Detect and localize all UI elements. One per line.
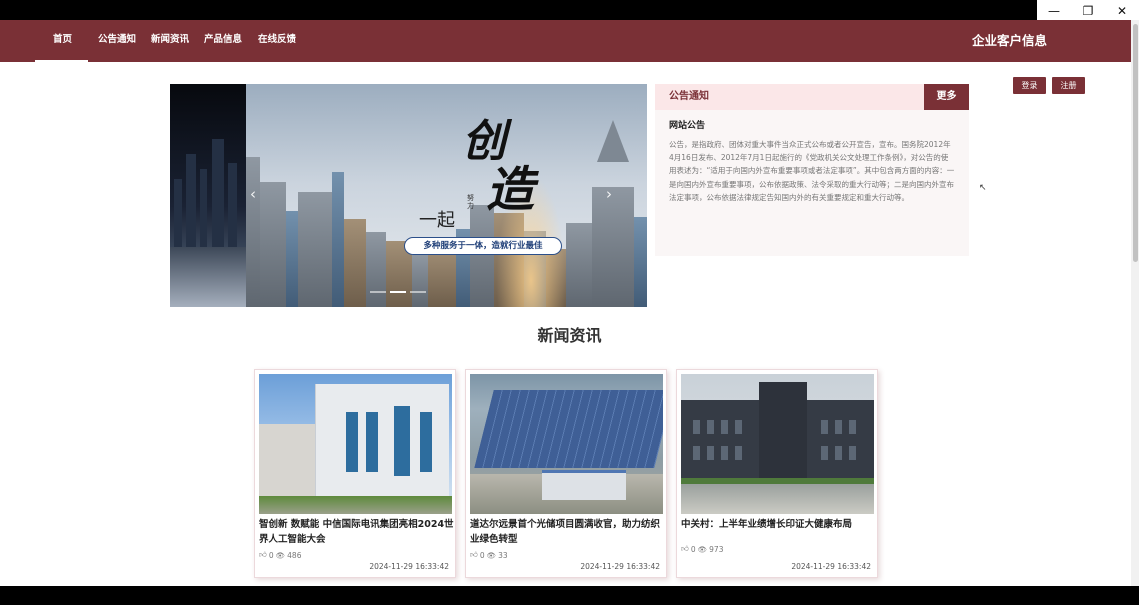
news-card-image[interactable] <box>681 374 874 514</box>
window-controls: — ❐ ✕ <box>1037 0 1139 22</box>
news-card-date: 2024-11-29 16:33:42 <box>580 562 660 571</box>
like-icon[interactable]: 👍︎ <box>681 544 689 554</box>
close-icon[interactable]: ✕ <box>1105 0 1139 22</box>
carousel-prev-arrow-icon[interactable]: ‹ <box>250 185 256 203</box>
like-count: 0 <box>690 544 696 554</box>
active-nav-indicator <box>35 60 88 62</box>
news-card-date: 2024-11-29 16:33:42 <box>791 562 871 571</box>
login-button[interactable]: 登录 <box>1013 77 1046 94</box>
news-card[interactable]: 道达尔远景首个光储项目圆满收官，助力纺织业绿色转型 👍︎ 0 👁︎ 33 202… <box>465 369 667 578</box>
site-brand[interactable]: 企业客户信息 <box>972 20 1047 62</box>
news-card-date: 2024-11-29 16:33:42 <box>369 562 449 571</box>
notice-panel-header: 公告通知 更多 <box>655 84 969 110</box>
news-card-stats: 👍︎ 0 👁︎ 973 <box>681 544 723 554</box>
carousel-prev-slide-image <box>170 84 246 307</box>
carousel-indicators <box>370 291 426 293</box>
notice-panel: 公告通知 更多 网站公告 公告，是指政府、团体对重大事件当众正式公布或者公开宣告… <box>655 84 969 256</box>
carousel-next-arrow-icon[interactable]: › <box>606 185 612 203</box>
eye-icon: 👁︎ <box>486 550 497 560</box>
view-count: 973 <box>709 544 724 554</box>
hero-carousel[interactable]: 一起 创 造 努力 多种服务于一体，造就行业最佳 ‹ › <box>170 84 647 307</box>
carousel-dot[interactable] <box>370 291 386 293</box>
banner-slogan: 多种服务于一体，造就行业最佳 <box>404 237 562 255</box>
scrollbar-thumb[interactable] <box>1133 24 1138 262</box>
nav-item-home[interactable]: 首页 <box>53 20 72 62</box>
eye-icon: 👁︎ <box>275 550 286 560</box>
carousel-dot-active[interactable] <box>390 291 406 293</box>
eye-icon: 👁︎ <box>697 544 708 554</box>
like-icon[interactable]: 👍︎ <box>259 550 267 560</box>
screen-bottom-bar <box>0 586 1139 605</box>
top-navbar: 首页 公告通知 新闻资讯 产品信息 在线反馈 企业客户信息 <box>0 20 1139 62</box>
banner-calligraphy-create-1: 创 <box>462 116 506 167</box>
like-count: 0 <box>479 550 485 560</box>
news-card-stats: 👍︎ 0 👁︎ 33 <box>470 550 508 560</box>
nav-item-notices[interactable]: 公告通知 <box>98 20 136 62</box>
notice-subtitle[interactable]: 网站公告 <box>669 118 705 131</box>
banner-calligraphy-create-2: 造 <box>486 162 535 218</box>
mouse-cursor-icon: ↖ <box>979 183 987 193</box>
notice-panel-title: 公告通知 <box>669 91 709 102</box>
news-card[interactable]: 智创新 数赋能 中信国际电讯集团亮相2024世界人工智能大会 👍︎ 0 👁︎ 4… <box>254 369 456 578</box>
window-titlebar <box>0 0 1139 20</box>
minimize-icon[interactable]: — <box>1037 0 1071 22</box>
news-card-image[interactable] <box>259 374 452 514</box>
banner-calligraphy-effort: 努力 <box>467 194 474 211</box>
news-card-title[interactable]: 道达尔远景首个光储项目圆满收官，助力纺织业绿色转型 <box>470 518 666 547</box>
carousel-slide-image <box>246 84 647 307</box>
nav-item-feedback[interactable]: 在线反馈 <box>258 20 296 62</box>
restore-icon[interactable]: ❐ <box>1071 0 1105 22</box>
like-icon[interactable]: 👍︎ <box>470 550 478 560</box>
banner-calligraphy-together: 一起 <box>419 210 455 231</box>
nav-item-news[interactable]: 新闻资讯 <box>151 20 189 62</box>
news-section-title: 新闻资讯 <box>537 326 602 345</box>
browser-viewport: 首页 公告通知 新闻资讯 产品信息 在线反馈 企业客户信息 登录 注册 一起 创… <box>0 20 1139 586</box>
news-card-title[interactable]: 智创新 数赋能 中信国际电讯集团亮相2024世界人工智能大会 <box>259 518 455 547</box>
news-card-stats: 👍︎ 0 👁︎ 486 <box>259 550 301 560</box>
view-count: 486 <box>287 550 302 560</box>
register-button[interactable]: 注册 <box>1052 77 1085 94</box>
news-card-title[interactable]: 中关村：上半年业绩增长印证大健康布局 <box>681 518 877 533</box>
notice-more-button[interactable]: 更多 <box>924 84 969 110</box>
news-card-image[interactable] <box>470 374 663 514</box>
news-card[interactable]: 中关村：上半年业绩增长印证大健康布局 👍︎ 0 👁︎ 973 2024-11-2… <box>676 369 878 578</box>
view-count: 33 <box>498 550 508 560</box>
notice-body-text: 公告，是指政府、团体对重大事件当众正式公布或者公开宣告，宣布。国务院2012年4… <box>669 140 955 202</box>
like-count: 0 <box>268 550 274 560</box>
carousel-dot[interactable] <box>410 291 426 293</box>
nav-item-products[interactable]: 产品信息 <box>204 20 242 62</box>
page-scrollbar[interactable] <box>1131 20 1139 586</box>
